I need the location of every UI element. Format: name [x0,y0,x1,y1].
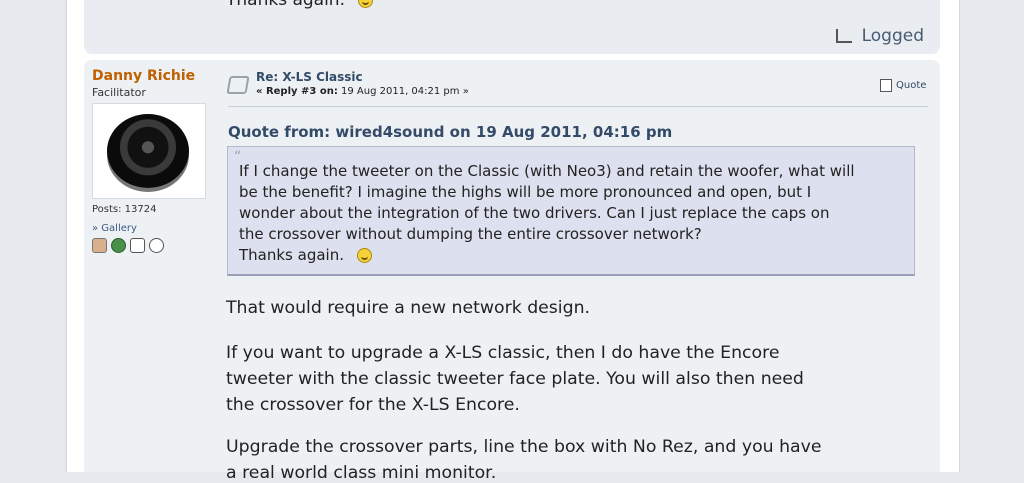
quote-thanks: Thanks again. [239,246,344,264]
email-icon[interactable] [130,238,145,253]
profile-icons [92,238,164,253]
website-icon[interactable] [111,238,126,253]
quote-button-label: Quote [896,80,927,91]
logged-label: Logged [861,26,924,46]
avatar-speaker-image [107,114,189,188]
smiley-icon [358,0,374,8]
previous-post-text: Thanks again. [226,0,374,10]
author-name[interactable]: Danny Richie [92,68,195,84]
quote-box: “ If I change the tweeter on the Classic… [227,146,915,276]
logged-icon [836,29,853,43]
quote-icon [880,79,892,92]
quote-line: wonder about the integration of the two … [239,204,830,222]
body-line: Upgrade the crossover parts, line the bo… [226,437,822,457]
post-date: 19 Aug 2011, 04:21 pm » [341,86,469,97]
gallery-link[interactable]: » Gallery [92,223,137,234]
quote-last-line: Thanks again. [239,246,372,264]
body-line: If you want to upgrade a X-LS classic, t… [226,343,780,363]
author-post-count: Posts: 13724 [92,204,157,215]
previous-post [84,0,940,54]
avatar [92,103,206,199]
quote-line: If I change the tweeter on the Classic (… [239,162,855,180]
quote-line: be the benefit? I imagine the highs will… [239,183,812,201]
quote-button[interactable]: Quote [880,79,926,92]
body-line: That would require a new network design. [226,298,591,318]
reply-prefix: « Reply #3 on: [256,86,338,97]
quote-line: the crossover without dumping the entire… [239,225,702,243]
post-reply-line: « Reply #3 on: 19 Aug 2011, 04:21 pm » [256,86,469,97]
body-line: tweeter with the classic tweeter face pl… [226,369,804,389]
pm-icon[interactable] [149,238,164,253]
logged-indicator: Logged [836,26,924,46]
message-icon [226,76,250,94]
author-role: Facilitator [92,86,146,99]
profile-icon[interactable] [92,238,107,253]
post-separator [228,106,928,107]
body-line: a real world class mini monitor. [226,463,497,483]
quote-header[interactable]: Quote from: wired4sound on 19 Aug 2011, … [228,123,672,141]
previous-post-thanks: Thanks again. [226,0,345,10]
smiley-icon [356,248,372,263]
post-subject-link[interactable]: Re: X-LS Classic [256,70,363,84]
body-line: the crossover for the X-LS Encore. [226,395,520,415]
